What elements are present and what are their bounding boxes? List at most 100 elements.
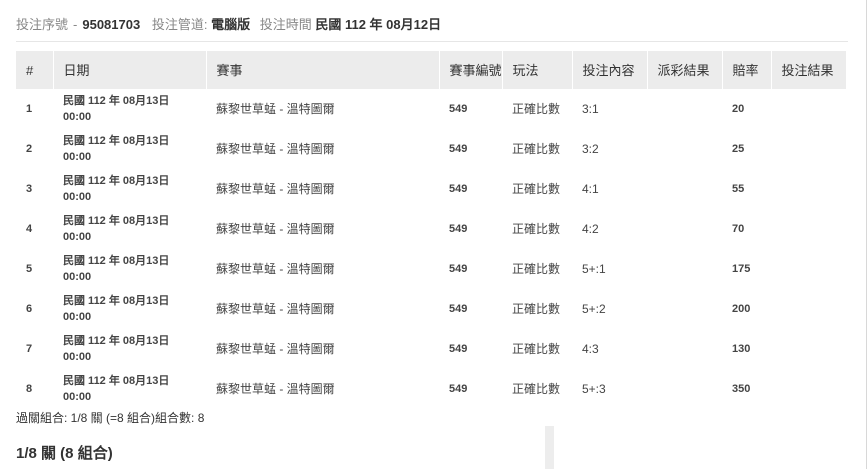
row-match: 蘇黎世草蜢 - 溫特圖爾 xyxy=(216,102,335,116)
row-play-type: 正確比數 xyxy=(512,302,561,316)
row-payout-result xyxy=(647,369,722,409)
row-play-type: 正確比數 xyxy=(512,142,561,156)
column-header-bet-result: 投注結果 xyxy=(771,51,847,89)
table-body: 1 民國 112 年 08月13日 00:00 蘇黎世草蜢 - 溫特圖爾 549 … xyxy=(16,89,846,409)
row-number: 6 xyxy=(26,303,33,315)
row-play-type: 正確比數 xyxy=(512,222,561,236)
row-odds: 20 xyxy=(732,103,745,115)
row-play-type: 正確比數 xyxy=(512,182,561,196)
table-row: 7 民國 112 年 08月13日 00:00 蘇黎世草蜢 - 溫特圖爾 549 … xyxy=(16,329,846,369)
row-match: 蘇黎世草蜢 - 溫特圖爾 xyxy=(216,262,335,276)
row-bet-result xyxy=(771,129,846,169)
combination-title: 1/8 關 (8 組合) xyxy=(16,445,113,462)
row-payout-result xyxy=(647,129,722,169)
row-date: 民國 112 年 08月13日 00:00 xyxy=(63,375,170,403)
row-match-number: 549 xyxy=(449,343,468,355)
serial-value: 95081703 xyxy=(82,17,141,32)
table-row: 4 民國 112 年 08月13日 00:00 蘇黎世草蜢 - 溫特圖爾 549 … xyxy=(16,209,846,249)
row-match-number: 549 xyxy=(449,143,468,155)
channel-value: 電腦版 xyxy=(211,17,251,32)
row-number: 1 xyxy=(26,103,33,115)
row-payout-result xyxy=(647,89,722,129)
serial-separator: - xyxy=(73,17,78,32)
row-odds: 200 xyxy=(732,303,751,315)
row-bet-result xyxy=(771,89,846,129)
row-match: 蘇黎世草蜢 - 溫特圖爾 xyxy=(216,302,335,316)
column-header-number: # xyxy=(16,51,54,89)
row-match-number: 549 xyxy=(449,223,468,235)
row-payout-result xyxy=(647,249,722,289)
row-number: 4 xyxy=(26,223,33,235)
row-match-number: 549 xyxy=(449,263,468,275)
row-match: 蘇黎世草蜢 - 溫特圖爾 xyxy=(216,182,335,196)
row-number: 7 xyxy=(26,343,33,355)
row-date: 民國 112 年 08月13日 00:00 xyxy=(63,335,170,363)
row-play-type: 正確比數 xyxy=(512,262,561,276)
row-play-type: 正確比數 xyxy=(512,342,561,356)
row-bet-content: 5+:1 xyxy=(582,262,606,276)
row-date: 民國 112 年 08月13日 00:00 xyxy=(63,295,170,323)
column-header-play-type: 玩法 xyxy=(502,51,573,89)
column-header-payout-result: 派彩結果 xyxy=(647,51,723,89)
row-payout-result xyxy=(647,289,722,329)
row-bet-content: 3:1 xyxy=(582,102,599,116)
row-date: 民國 112 年 08月13日 00:00 xyxy=(63,215,170,243)
row-bet-result xyxy=(771,249,846,289)
row-bet-content: 5+:3 xyxy=(582,382,606,396)
table-row: 3 民國 112 年 08月13日 00:00 蘇黎世草蜢 - 溫特圖爾 549 … xyxy=(16,169,846,209)
row-bet-content: 4:2 xyxy=(582,222,599,236)
row-bet-content: 4:3 xyxy=(582,342,599,356)
row-match-number: 549 xyxy=(449,383,468,395)
row-odds: 130 xyxy=(732,343,751,355)
row-match: 蘇黎世草蜢 - 溫特圖爾 xyxy=(216,342,335,356)
table-header-row: # 日期 賽事 賽事編號 玩法 投注內容 派彩結果 賠率 投注結果 xyxy=(16,51,847,89)
row-odds: 70 xyxy=(732,223,745,235)
table-row: 2 民國 112 年 08月13日 00:00 蘇黎世草蜢 - 溫特圖爾 549 … xyxy=(16,129,846,169)
combination-column-divider xyxy=(545,426,554,469)
column-header-odds: 賠率 xyxy=(722,51,772,89)
table-row: 5 民國 112 年 08月13日 00:00 蘇黎世草蜢 - 溫特圖爾 549 … xyxy=(16,249,846,289)
row-match-number: 549 xyxy=(449,303,468,315)
row-bet-result xyxy=(771,169,846,209)
row-play-type: 正確比數 xyxy=(512,102,561,116)
column-header-date: 日期 xyxy=(53,51,207,89)
column-header-bet-content: 投注內容 xyxy=(572,51,648,89)
serial-label: 投注序號 xyxy=(16,17,69,32)
row-number: 5 xyxy=(26,263,33,275)
row-date: 民國 112 年 08月13日 00:00 xyxy=(63,175,170,203)
bet-info-bar: 投注序號 -95081703 投注管道: 電腦版 投注時間 民國 112 年 08… xyxy=(16,14,848,32)
row-bet-content: 5+:2 xyxy=(582,302,606,316)
row-bet-content: 3:2 xyxy=(582,142,599,156)
bet-details-table: # 日期 賽事 賽事編號 玩法 投注內容 派彩結果 賠率 投注結果 1 民國 1… xyxy=(16,51,847,409)
row-payout-result xyxy=(647,329,722,369)
row-bet-result xyxy=(771,329,846,369)
time-value: 民國 112 年 08月12日 xyxy=(315,17,442,32)
row-payout-result xyxy=(647,169,722,209)
row-match-number: 549 xyxy=(449,183,468,195)
row-number: 2 xyxy=(26,143,33,155)
row-date: 民國 112 年 08月13日 00:00 xyxy=(63,135,170,163)
time-label: 投注時間 xyxy=(259,17,312,32)
row-play-type: 正確比數 xyxy=(512,382,561,396)
row-match-number: 549 xyxy=(449,103,468,115)
row-odds: 55 xyxy=(732,183,745,195)
row-odds: 350 xyxy=(732,383,751,395)
row-bet-result xyxy=(771,289,846,329)
row-odds: 175 xyxy=(732,263,751,275)
row-match: 蘇黎世草蜢 - 溫特圖爾 xyxy=(216,222,335,236)
column-header-match-number: 賽事編號 xyxy=(439,51,503,89)
header-divider xyxy=(16,41,848,42)
parlay-summary: 過關組合: 1/8 關 (=8 組合)組合數: 8 xyxy=(16,411,205,425)
row-payout-result xyxy=(647,209,722,249)
row-bet-content: 4:1 xyxy=(582,182,599,196)
channel-label: 投注管道: xyxy=(151,17,208,32)
row-date: 民國 112 年 08月13日 00:00 xyxy=(63,95,170,123)
row-number: 8 xyxy=(26,383,33,395)
row-number: 3 xyxy=(26,183,33,195)
table-row: 1 民國 112 年 08月13日 00:00 蘇黎世草蜢 - 溫特圖爾 549 … xyxy=(16,89,846,129)
row-bet-result xyxy=(771,369,846,409)
row-date: 民國 112 年 08月13日 00:00 xyxy=(63,255,170,283)
row-odds: 25 xyxy=(732,143,745,155)
row-match: 蘇黎世草蜢 - 溫特圖爾 xyxy=(216,142,335,156)
row-bet-result xyxy=(771,209,846,249)
